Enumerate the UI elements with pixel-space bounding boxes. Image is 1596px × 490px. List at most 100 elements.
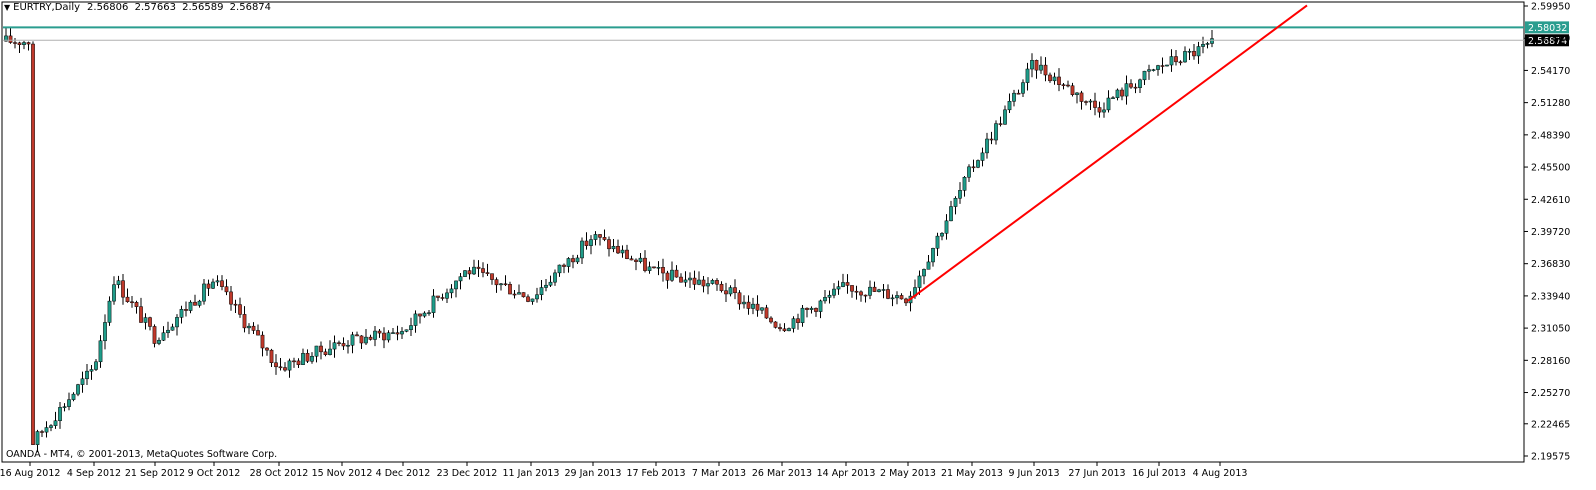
bear-candle	[701, 279, 706, 287]
y-tick-label: 2.57060	[1531, 34, 1570, 45]
bull-candle	[953, 197, 958, 207]
bull-candle	[1102, 109, 1106, 113]
x-tick-label: 11 Jan 2013	[503, 468, 560, 479]
bear-candle	[503, 283, 508, 286]
bear-candle	[778, 327, 782, 330]
bear-candle	[206, 283, 211, 289]
bear-candle	[377, 330, 382, 334]
high-value: 2.57663	[134, 2, 176, 13]
bear-candle	[296, 360, 301, 365]
triangle-down-icon[interactable]: ▼	[4, 3, 10, 12]
bear-candle	[283, 367, 287, 371]
x-tick-label: 21 May 2013	[941, 468, 1003, 479]
bear-candle	[242, 314, 247, 329]
bear-candle	[440, 297, 445, 299]
bull-candle	[400, 331, 404, 335]
x-tick-label: 15 Nov 2012	[312, 468, 373, 479]
bull-candle	[454, 280, 458, 290]
bear-candle	[1160, 65, 1165, 67]
bear-candle	[719, 283, 724, 291]
bull-candle	[967, 166, 971, 178]
bear-candle	[1133, 86, 1138, 89]
bull-candle	[1169, 56, 1174, 66]
bull-candle	[670, 269, 674, 281]
bear-candle	[863, 294, 868, 297]
bull-candle	[53, 420, 58, 426]
bull-candle	[1025, 68, 1030, 83]
bear-candle	[1048, 74, 1052, 82]
bear-candle	[17, 42, 22, 45]
chart-header[interactable]: ▼ EURTRY,Daily 2.56806 2.57663 2.56589 2…	[4, 2, 274, 13]
x-tick-label: 14 Apr 2013	[817, 468, 876, 479]
bull-candle	[287, 360, 292, 371]
bear-candle	[269, 349, 274, 363]
x-tick-label: 16 Aug 2012	[0, 468, 60, 479]
bear-candle	[634, 259, 638, 262]
bear-candle	[1070, 85, 1075, 95]
bear-candle	[418, 313, 422, 317]
bull-candle	[247, 325, 251, 329]
y-tick-label: 2.31050	[1531, 324, 1570, 335]
bull-candle	[868, 286, 872, 296]
y-tick-label: 2.19575	[1531, 452, 1570, 463]
bull-candle	[94, 361, 98, 370]
bear-candle	[256, 330, 260, 336]
bull-candle	[58, 407, 62, 422]
bull-candle	[841, 282, 845, 287]
bull-candle	[391, 332, 395, 334]
bear-candle	[1178, 61, 1183, 64]
bull-candle	[962, 177, 967, 191]
bull-candle	[170, 326, 175, 331]
x-tick-label: 16 Jul 2013	[1132, 468, 1186, 479]
bull-candle	[647, 266, 652, 271]
bear-candle	[1034, 60, 1039, 71]
bull-candle	[449, 288, 454, 294]
bull-candle	[62, 406, 67, 408]
bull-candle	[638, 257, 643, 262]
bull-candle	[49, 425, 53, 428]
bull-candle	[823, 297, 827, 302]
bull-candle	[458, 276, 463, 282]
bear-candle	[1043, 64, 1048, 76]
symbol-label: EURTRY,Daily	[13, 2, 81, 13]
bull-candle	[85, 370, 89, 380]
bull-candle	[800, 307, 805, 323]
bear-candle	[1057, 76, 1061, 85]
bull-candle	[499, 283, 503, 286]
bull-candle	[1106, 97, 1111, 111]
price-chart[interactable]: 2.58032 2.56874 2.59950 2.57060 2.54170 2.51…	[0, 0, 1596, 490]
bull-candle	[404, 329, 409, 332]
y-tick-label: 2.48390	[1531, 130, 1570, 141]
bear-candle	[1066, 84, 1070, 87]
bear-candle	[805, 307, 809, 310]
chart-window[interactable]: 2.58032 2.56874 2.59950 2.57060 2.54170 2.51…	[0, 0, 1596, 490]
bear-candle	[773, 321, 778, 328]
bull-candle	[71, 393, 76, 400]
bear-candle	[382, 332, 386, 341]
bull-candle	[742, 301, 746, 305]
bear-candle	[134, 302, 139, 307]
bear-candle	[1093, 100, 1097, 108]
bull-candle	[593, 234, 598, 240]
bear-candle	[971, 166, 976, 169]
bull-candle	[112, 284, 116, 302]
bull-candle	[215, 280, 220, 283]
bull-candle	[818, 300, 823, 312]
bull-candle	[791, 318, 796, 329]
bull-candle	[1115, 89, 1120, 98]
bear-candle	[251, 325, 256, 331]
bear-candle	[886, 289, 890, 299]
bear-candle	[629, 258, 634, 261]
bull-candle	[1012, 92, 1016, 102]
bear-candle	[602, 237, 607, 240]
bull-candle	[1210, 38, 1214, 44]
bear-candle	[1061, 84, 1066, 86]
bear-candle	[1192, 50, 1196, 57]
bear-candle	[521, 292, 526, 298]
bear-candle	[260, 334, 265, 349]
bull-candle	[710, 280, 715, 284]
x-tick-label: 4 Dec 2012	[376, 468, 431, 479]
bull-candle	[877, 289, 881, 292]
bull-candle	[332, 342, 337, 350]
bull-candle	[976, 160, 980, 168]
